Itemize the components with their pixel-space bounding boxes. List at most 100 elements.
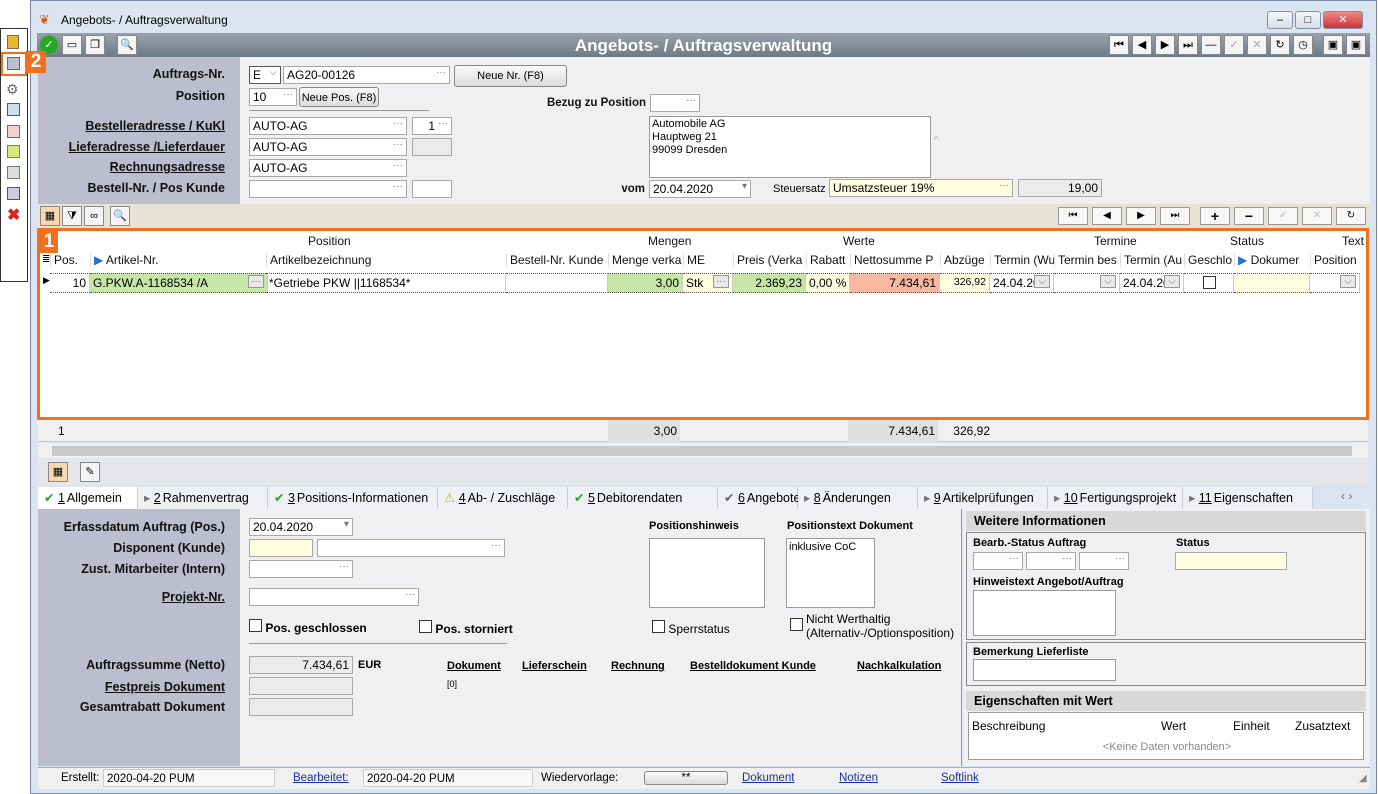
- positionstext-textarea[interactable]: inklusive CoC: [786, 538, 875, 608]
- eig-col-zusatztext[interactable]: Zusatztext: [1295, 719, 1350, 733]
- grid-cell[interactable]: 2.369,23: [733, 273, 806, 293]
- besteller-field[interactable]: AUTO-AG ···: [249, 117, 407, 135]
- column-header[interactable]: Termin bes: [1054, 253, 1120, 267]
- doc-link-bestelldokument[interactable]: Bestelldokument Kunde: [690, 660, 816, 672]
- status-field[interactable]: [1175, 552, 1287, 570]
- column-header[interactable]: Termin (Au: [1120, 253, 1184, 267]
- export-icon[interactable]: ▣: [1346, 35, 1366, 55]
- grid-cell[interactable]: Stk ···: [683, 273, 733, 293]
- tab-rahmenvertrag[interactable]: ▸ 2 Rahmenvertrag: [138, 487, 268, 509]
- bemerkung-textarea[interactable]: [973, 659, 1116, 681]
- tab-positions-informationen[interactable]: ✔ 3 Positions-Informationen: [268, 487, 438, 509]
- grid-cell[interactable]: *Getriebe PKW ||1168534*: [266, 273, 506, 293]
- horizontal-scrollbar[interactable]: [38, 443, 1368, 458]
- bearb-field-2[interactable]: ···: [1026, 552, 1076, 570]
- checkbox[interactable]: [790, 618, 803, 631]
- column-header[interactable]: Preis (Verka: [733, 253, 806, 267]
- disponent-name-field[interactable]: ···: [317, 539, 505, 557]
- add-row-button[interactable]: +: [1200, 207, 1230, 225]
- grid-cell[interactable]: [1234, 273, 1310, 293]
- confirm-row-button[interactable]: ✓: [1268, 207, 1298, 225]
- grid-cell[interactable]: 326,92: [940, 273, 990, 293]
- gear-icon[interactable]: ⚙: [6, 81, 19, 98]
- column-header[interactable]: Menge verka: [608, 253, 683, 267]
- pos-kunde-field[interactable]: [412, 180, 452, 198]
- doc-link-dokument[interactable]: Dokument: [447, 660, 501, 672]
- tab-scroll-arrows[interactable]: ‹ ›: [1341, 489, 1352, 503]
- filter-icon[interactable]: ⧩: [62, 206, 82, 226]
- column-header[interactable]: Rabatt: [806, 253, 850, 267]
- liefer-field[interactable]: AUTO-AG ···: [249, 138, 407, 156]
- column-header[interactable]: Termin (Wu: [990, 253, 1054, 267]
- tab-ab-zuschläge[interactable]: ⚠ 4 Ab- / Zuschläge: [438, 487, 568, 509]
- lieferdauer-field[interactable]: [412, 138, 452, 156]
- ellipsis-icon[interactable]: ···: [248, 275, 264, 288]
- bezug-field[interactable]: ···: [650, 94, 700, 112]
- grid-cell[interactable]: ⌵: [1054, 273, 1120, 293]
- grid-cell[interactable]: 24.04.20 ⌵: [990, 273, 1054, 293]
- column-header[interactable]: Nettosumme P: [850, 253, 940, 267]
- column-header[interactable]: ▶ Dokumer: [1234, 253, 1310, 267]
- eig-col-einheit[interactable]: Einheit: [1233, 719, 1270, 733]
- pos-storniert-checkbox[interactable]: Pos. storniert: [419, 620, 513, 636]
- steuersatz-field[interactable]: Umsatzsteuer 19% ···: [829, 179, 1013, 197]
- eig-col-beschreibung[interactable]: Beschreibung: [972, 719, 1045, 733]
- first-record-button[interactable]: ⏮: [1109, 35, 1129, 55]
- clock-icon[interactable]: ◷: [1293, 35, 1313, 55]
- grid-cell[interactable]: 7.434,61: [850, 273, 940, 293]
- maximize-button[interactable]: □: [1295, 11, 1321, 29]
- disponent-field[interactable]: [249, 539, 313, 557]
- bearb-field-1[interactable]: ···: [973, 552, 1023, 570]
- erfass-date-field[interactable]: 20.04.2020 ▾: [249, 518, 353, 536]
- address-scrollbar[interactable]: ^: [934, 119, 939, 163]
- tab-eigenschaften[interactable]: ▸ 11 Eigenschaften: [1183, 487, 1313, 509]
- column-header[interactable]: Artikelbezeichnung: [266, 253, 506, 267]
- scrollbar-thumb[interactable]: [52, 446, 1352, 456]
- doc-link-nachkalkulation[interactable]: Nachkalkulation: [857, 660, 941, 672]
- notizen-link[interactable]: Notizen: [839, 769, 878, 787]
- eig-col-wert[interactable]: Wert: [1161, 719, 1186, 733]
- tab-fertigungsprojekt[interactable]: ▸ 10 Fertigungsprojekt: [1048, 487, 1183, 509]
- nicht-werthaltig-checkbox[interactable]: Nicht Werthaltig (Alternativ-/Optionsposi…: [790, 612, 954, 640]
- glasses-icon[interactable]: ∞: [84, 206, 104, 226]
- tab-änderungen[interactable]: ▸ 8 Änderungen: [798, 487, 918, 509]
- neue-nr-button[interactable]: Neue Nr. (F8): [454, 65, 567, 87]
- ellipsis-icon[interactable]: ···: [713, 275, 729, 288]
- projekt-label[interactable]: Projekt-Nr.: [38, 590, 225, 604]
- cancel-button[interactable]: ✕: [1247, 35, 1267, 55]
- delete-icon[interactable]: ✖: [7, 205, 20, 225]
- rechnung-label[interactable]: Rechnungsadresse: [38, 160, 225, 174]
- print-icon[interactable]: [7, 187, 20, 200]
- grid-cell[interactable]: 10: [50, 273, 90, 293]
- copy-icon[interactable]: [7, 103, 20, 116]
- last-row-button[interactable]: ⏭: [1160, 207, 1190, 225]
- festpreis-label[interactable]: Festpreis Dokument: [38, 680, 225, 694]
- refresh-button[interactable]: ↻: [1270, 35, 1290, 55]
- checkbox[interactable]: [419, 620, 432, 633]
- geschlossen-checkbox[interactable]: [1203, 276, 1216, 289]
- cancel-row-button[interactable]: ✕: [1302, 207, 1332, 225]
- notebook-icon[interactable]: [7, 35, 19, 49]
- wiedervorlage-button[interactable]: **: [644, 771, 728, 785]
- liefer-label[interactable]: Lieferadresse /Lieferdauer: [38, 140, 225, 154]
- grid-cell[interactable]: G.PKW.A-1168534 /A ···: [90, 273, 268, 293]
- chevron-down-icon[interactable]: ⌵: [1340, 275, 1356, 288]
- softlink-link[interactable]: Softlink: [941, 769, 979, 787]
- box-icon[interactable]: [7, 166, 20, 179]
- next-row-button[interactable]: ▶: [1126, 207, 1156, 225]
- tab-allgemein[interactable]: ✔ 1 Allgemein: [38, 487, 138, 509]
- search-icon[interactable]: 🔍: [110, 206, 130, 226]
- grid-cell[interactable]: [506, 273, 608, 293]
- chevron-down-icon[interactable]: ⌵: [1034, 275, 1050, 288]
- tab-artikelprüfungen[interactable]: ▸ 9 Artikelprüfungen: [918, 487, 1048, 509]
- positionshinweis-textarea[interactable]: [649, 538, 765, 608]
- position-field[interactable]: 10 ···: [249, 88, 297, 106]
- gesamtrabatt-field[interactable]: [249, 698, 353, 716]
- minimize-button[interactable]: –: [1267, 11, 1293, 29]
- besteller-label[interactable]: Bestelleradresse / KuKl: [38, 119, 225, 133]
- last-record-button[interactable]: ⏭: [1178, 35, 1198, 55]
- grid-cell[interactable]: 24.04.20 ⌵: [1120, 273, 1184, 293]
- hinweis-textarea[interactable]: [973, 590, 1116, 636]
- prev-record-button[interactable]: ◀: [1132, 35, 1152, 55]
- festpreis-field[interactable]: [249, 677, 353, 695]
